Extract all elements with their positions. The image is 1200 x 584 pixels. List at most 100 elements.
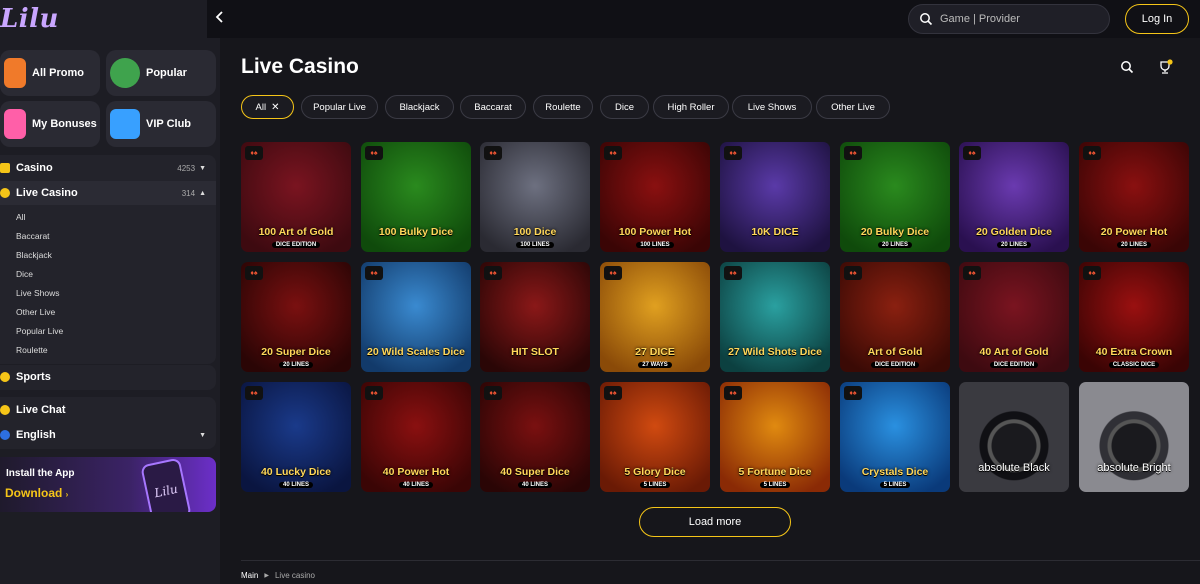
game-subtitle-text: CLASSIC DICE: [1108, 362, 1160, 368]
promo-all-promo[interactable]: All Promo: [0, 50, 100, 96]
game-title: 5 Glory Dice: [624, 466, 686, 478]
game-tile[interactable]: ♦♠ 100 Bulky Dice: [361, 142, 471, 252]
language-selector[interactable]: English ▼: [0, 423, 216, 447]
search-input[interactable]: [940, 13, 1100, 25]
sidebar-subitem-baccarat[interactable]: Baccarat: [16, 229, 50, 243]
sidebar-subitem-blackjack[interactable]: Blackjack: [16, 248, 52, 262]
game-tile[interactable]: ♦♠ 100 Art of Gold DICE EDITION: [241, 142, 351, 252]
sidebar-subitem-live-shows[interactable]: Live Shows: [16, 286, 59, 300]
game-subtitle: 5 LINES: [720, 482, 830, 488]
cards-icon: ♦♠: [724, 266, 742, 280]
chip-live-shows[interactable]: Live Shows: [732, 95, 812, 119]
game-title: 40 Extra Crown: [1095, 346, 1173, 358]
sidebar-subitem-other-live[interactable]: Other Live: [16, 305, 55, 319]
game-subtitle-text: 20 LINES: [1116, 242, 1151, 248]
login-button[interactable]: Log In: [1125, 4, 1189, 34]
gift-icon: [110, 109, 140, 139]
sidebar-subitem-roulette[interactable]: Roulette: [16, 343, 48, 357]
chip-roulette[interactable]: Roulette: [533, 95, 593, 119]
game-subtitle: DICE EDITION: [241, 242, 351, 248]
game-subtitle-text: 20 LINES: [996, 242, 1031, 248]
game-tile[interactable]: ♦♠ HIT SLOT: [480, 262, 590, 372]
download-link[interactable]: Download ›: [5, 486, 68, 500]
promo-label: My Bonuses: [32, 118, 97, 130]
game-tile[interactable]: ♦♠ 40 Art of Gold DICE EDITION: [959, 262, 1069, 372]
game-subtitle-text: DICE EDITION: [870, 362, 920, 368]
search-icon[interactable]: [1120, 60, 1134, 74]
chevron-down-icon: ▼: [199, 164, 206, 172]
chip-other-live[interactable]: Other Live: [816, 95, 890, 119]
close-icon[interactable]: ✕: [271, 102, 279, 113]
game-tile[interactable]: ♦♠ 5 Fortune Dice 5 LINES: [720, 382, 830, 492]
search-box[interactable]: [908, 4, 1110, 34]
back-button[interactable]: [215, 10, 235, 28]
game-tile[interactable]: ♦♠ 27 DICE 27 WAYS: [600, 262, 710, 372]
game-subtitle-text: DICE EDITION: [271, 242, 321, 248]
game-tile[interactable]: ♦♠ 40 Extra Crown CLASSIC DICE: [1079, 262, 1189, 372]
game-tile[interactable]: ♦♠ 20 Wild Scales Dice: [361, 262, 471, 372]
sidebar-item-live-casino[interactable]: Live Casino 314 ▲: [0, 181, 216, 205]
breadcrumb-home[interactable]: Main: [241, 571, 258, 580]
game-tile[interactable]: ♦♠ 40 Lucky Dice 40 LINES: [241, 382, 351, 492]
game-tile[interactable]: ♦♠ 5 Glory Dice 5 LINES: [600, 382, 710, 492]
cards-icon: ♦♠: [245, 386, 263, 400]
game-tile[interactable]: ♦♠ 10K DICE: [720, 142, 830, 252]
sidebar-subitem-all[interactable]: All: [16, 210, 25, 224]
game-tile[interactable]: ♦♠ Crystals Dice 5 LINES: [840, 382, 950, 492]
chip-baccarat[interactable]: Baccarat: [460, 95, 526, 119]
chip-label: All: [255, 101, 267, 113]
download-label: Download: [5, 486, 63, 500]
trophy-icon[interactable]: [1157, 59, 1173, 75]
game-tile[interactable]: ♦♠ 100 Power Hot 100 LINES: [600, 142, 710, 252]
game-tile[interactable]: ♦♠ 20 Power Hot 20 LINES: [1079, 142, 1189, 252]
chip-all[interactable]: All ✕: [241, 95, 294, 119]
cards-icon: ♦♠: [365, 386, 383, 400]
logo[interactable]: Lilu: [0, 4, 60, 40]
game-title: absolute Bright: [1097, 462, 1171, 474]
sidebar-item-live-chat[interactable]: Live Chat: [0, 398, 216, 422]
wheel-icon: [110, 58, 140, 88]
game-tile[interactable]: absolute Bright: [1079, 382, 1189, 492]
cards-icon: ♦♠: [724, 386, 742, 400]
globe-icon: [0, 430, 10, 440]
sidebar: Lilu All Promo Popular My Bonuses VIP Cl…: [0, 0, 220, 584]
game-tile[interactable]: ♦♠ 40 Super Dice 40 LINES: [480, 382, 590, 492]
promo-label: Popular: [146, 67, 187, 79]
page-title: Live Casino: [241, 55, 359, 78]
sidebar-subitem-popular-live[interactable]: Popular Live: [16, 324, 63, 338]
promo-vip-club[interactable]: VIP Club: [106, 101, 216, 147]
promo-label: VIP Club: [146, 118, 192, 130]
rocket-icon: [4, 58, 26, 88]
game-title: 100 Dice: [513, 226, 557, 238]
sidebar-item-casino[interactable]: Casino 4253 ▼: [0, 156, 216, 180]
cards-icon: ♦♠: [844, 146, 862, 160]
chip-dice[interactable]: Dice: [600, 95, 649, 119]
game-tile[interactable]: absolute Black: [959, 382, 1069, 492]
chip-high-roller[interactable]: High Roller: [653, 95, 729, 119]
game-tile[interactable]: ♦♠ 40 Power Hot 40 LINES: [361, 382, 471, 492]
promo-popular[interactable]: Popular: [106, 50, 216, 96]
game-title: 20 Bulky Dice: [860, 226, 930, 238]
dice-icon: [0, 163, 10, 173]
game-tile[interactable]: ♦♠ 100 Dice 100 LINES: [480, 142, 590, 252]
sidebar-item-sports[interactable]: Sports: [0, 365, 216, 389]
game-subtitle: 20 LINES: [959, 242, 1069, 248]
game-tile[interactable]: ♦♠ 20 Bulky Dice 20 LINES: [840, 142, 950, 252]
game-title: HIT SLOT: [511, 346, 559, 358]
game-title: 40 Power Hot: [382, 466, 450, 478]
game-tile[interactable]: ♦♠ 20 Golden Dice 20 LINES: [959, 142, 1069, 252]
chip-popular-live[interactable]: Popular Live: [301, 95, 378, 119]
chip-blackjack[interactable]: Blackjack: [385, 95, 454, 119]
cards-icon: ♦♠: [484, 386, 502, 400]
chevron-down-icon: ▼: [199, 431, 206, 439]
game-tile[interactable]: ♦♠ 20 Super Dice 20 LINES: [241, 262, 351, 372]
divider: [241, 560, 1200, 561]
sidebar-subitem-dice[interactable]: Dice: [16, 267, 33, 281]
sidebar-item-label: Sports: [16, 371, 51, 383]
install-app-banner[interactable]: Install the App Download › Lilu: [0, 457, 216, 512]
game-tile[interactable]: ♦♠ Art of Gold DICE EDITION: [840, 262, 950, 372]
item-count: 314: [181, 188, 196, 198]
load-more-button[interactable]: Load more: [639, 507, 791, 537]
game-tile[interactable]: ♦♠ 27 Wild Shots Dice: [720, 262, 830, 372]
promo-my-bonuses[interactable]: My Bonuses: [0, 101, 100, 147]
